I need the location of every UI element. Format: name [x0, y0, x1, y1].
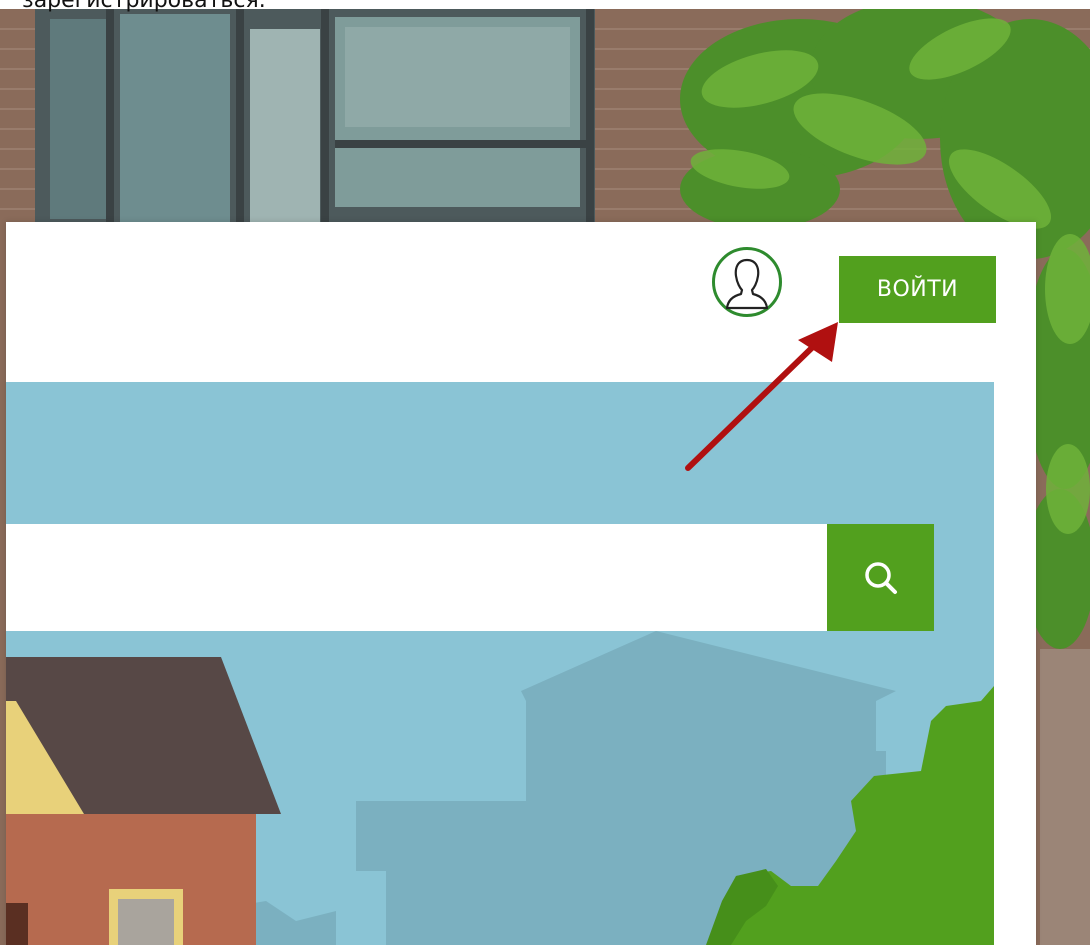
search-input[interactable] [6, 524, 827, 631]
houses-illustration [6, 631, 994, 945]
annotation-arrow [685, 322, 838, 471]
instruction-text: зарегистрироваться. [22, 0, 266, 13]
login-button[interactable]: ВОЙТИ [839, 256, 996, 323]
search-button[interactable] [827, 524, 934, 631]
person-silhouette-icon [725, 258, 769, 310]
search-icon [864, 561, 897, 594]
user-profile-icon[interactable] [712, 247, 782, 317]
